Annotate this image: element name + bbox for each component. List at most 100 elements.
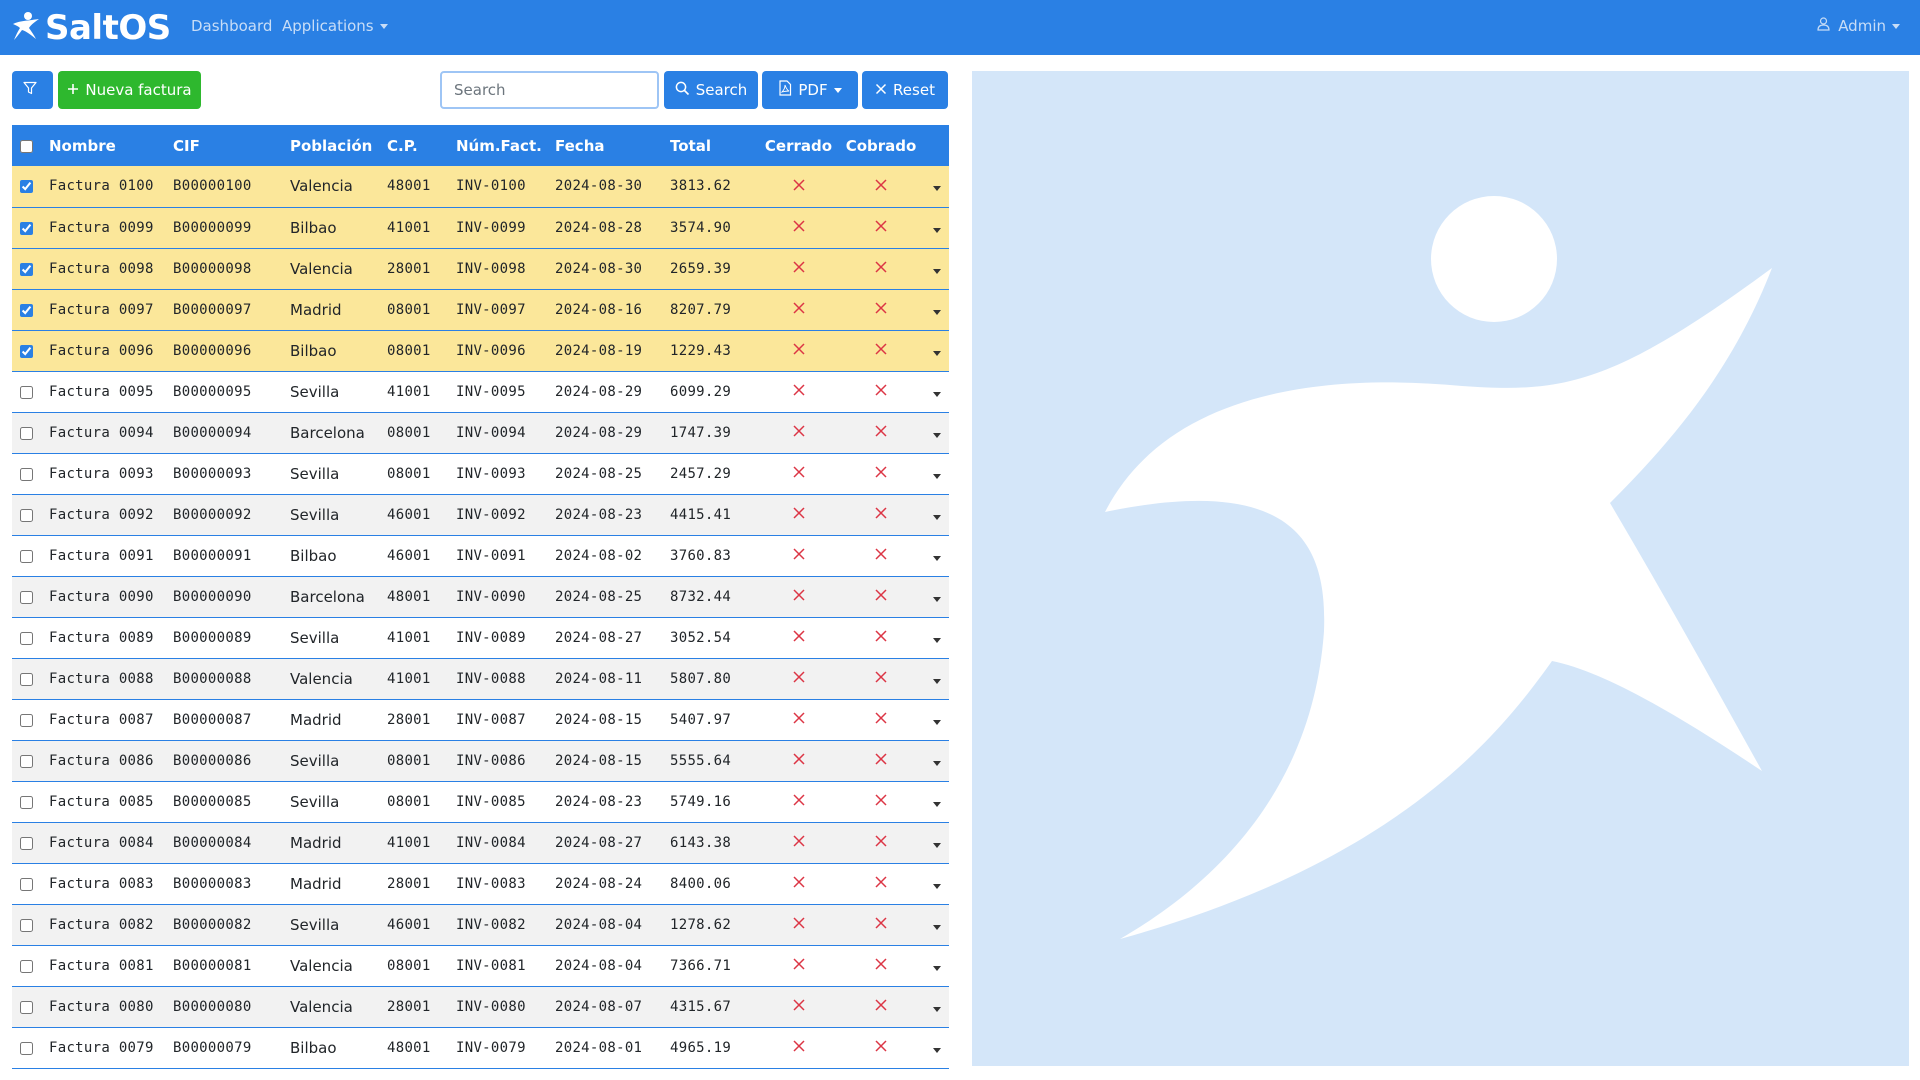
brand-logo[interactable]: SaltOS [11, 5, 171, 50]
row-checkbox[interactable] [20, 672, 33, 686]
row-checkbox[interactable] [20, 180, 33, 194]
search-input[interactable] [440, 71, 659, 109]
select-all-checkbox[interactable] [20, 139, 33, 153]
row-checkbox[interactable] [20, 303, 33, 317]
caret-down-icon[interactable] [932, 883, 941, 889]
reset-button[interactable]: Reset [862, 71, 948, 109]
row-actions[interactable] [924, 371, 949, 412]
column-header-total[interactable]: Total [670, 125, 759, 166]
column-header-cp[interactable]: C.P. [387, 125, 456, 166]
column-header-poblacion[interactable]: Población [290, 125, 387, 166]
row-checkbox[interactable] [20, 508, 33, 522]
table-row[interactable]: Factura 0082 B00000082 Sevilla 46001 INV-008… [12, 904, 949, 945]
column-header-nombre[interactable]: Nombre [49, 125, 173, 166]
row-actions[interactable] [924, 453, 949, 494]
table-row[interactable]: Factura 0080 B00000080 Valencia 28001 INV-00… [12, 986, 949, 1027]
caret-down-icon[interactable] [932, 268, 941, 274]
table-row[interactable]: Factura 0096 B00000096 Bilbao 08001 INV-0096… [12, 330, 949, 371]
row-actions[interactable] [924, 330, 949, 371]
caret-down-icon[interactable] [932, 350, 941, 356]
filter-button[interactable] [12, 71, 53, 109]
row-checkbox[interactable] [20, 877, 33, 891]
row-actions[interactable] [924, 904, 949, 945]
caret-down-icon[interactable] [932, 391, 941, 397]
row-checkbox[interactable] [20, 344, 33, 358]
caret-down-icon[interactable] [932, 1006, 941, 1012]
column-header-cif[interactable]: CIF [173, 125, 290, 166]
row-actions[interactable] [924, 576, 949, 617]
caret-down-icon[interactable] [932, 801, 941, 807]
row-checkbox[interactable] [20, 426, 33, 440]
table-row[interactable]: Factura 0086 B00000086 Sevilla 08001 INV-008… [12, 740, 949, 781]
row-checkbox[interactable] [20, 836, 33, 850]
pdf-dropdown-button[interactable]: PDF [762, 71, 858, 109]
table-row[interactable]: Factura 0090 B00000090 Barcelona 48001 INV-0… [12, 576, 949, 617]
table-row[interactable]: Factura 0084 B00000084 Madrid 41001 INV-0084… [12, 822, 949, 863]
row-checkbox[interactable] [20, 754, 33, 768]
table-row[interactable]: Factura 0081 B00000081 Valencia 08001 INV-00… [12, 945, 949, 986]
row-checkbox[interactable] [20, 713, 33, 727]
caret-down-icon[interactable] [932, 227, 941, 233]
row-actions[interactable] [924, 699, 949, 740]
caret-down-icon[interactable] [932, 842, 941, 848]
table-row[interactable]: Factura 0083 B00000083 Madrid 28001 INV-0083… [12, 863, 949, 904]
caret-down-icon[interactable] [932, 637, 941, 643]
row-actions[interactable] [924, 494, 949, 535]
table-row[interactable]: Factura 0094 B00000094 Barcelona 08001 INV-0… [12, 412, 949, 453]
search-button[interactable]: Search [664, 71, 758, 109]
row-checkbox[interactable] [20, 590, 33, 604]
table-row[interactable]: Factura 0088 B00000088 Valencia 41001 INV-00… [12, 658, 949, 699]
table-row[interactable]: Factura 0095 B00000095 Sevilla 41001 INV-009… [12, 371, 949, 412]
table-row[interactable]: Factura 0100 B00000100 Valencia 48001 INV-01… [12, 166, 949, 207]
caret-down-icon[interactable] [932, 678, 941, 684]
row-actions[interactable] [924, 986, 949, 1027]
row-actions[interactable] [924, 166, 949, 207]
table-row[interactable]: Factura 0089 B00000089 Sevilla 41001 INV-008… [12, 617, 949, 658]
caret-down-icon[interactable] [932, 1047, 941, 1053]
caret-down-icon[interactable] [932, 760, 941, 766]
row-actions[interactable] [924, 248, 949, 289]
table-row[interactable]: Factura 0091 B00000091 Bilbao 46001 INV-0091… [12, 535, 949, 576]
row-actions[interactable] [924, 945, 949, 986]
table-row[interactable]: Factura 0099 B00000099 Bilbao 41001 INV-0099… [12, 207, 949, 248]
caret-down-icon[interactable] [932, 596, 941, 602]
column-header-cobrado[interactable]: Cobrado [838, 125, 924, 166]
table-row[interactable]: Factura 0085 B00000085 Sevilla 08001 INV-008… [12, 781, 949, 822]
table-row[interactable]: Factura 0079 B00000079 Bilbao 48001 INV-0079… [12, 1027, 949, 1068]
row-checkbox[interactable] [20, 467, 33, 481]
table-row[interactable]: Factura 0087 B00000087 Madrid 28001 INV-0087… [12, 699, 949, 740]
row-checkbox[interactable] [20, 221, 33, 235]
row-checkbox[interactable] [20, 385, 33, 399]
user-menu[interactable]: Admin [1817, 17, 1900, 35]
caret-down-icon[interactable] [932, 924, 941, 930]
row-checkbox[interactable] [20, 262, 33, 276]
row-actions[interactable] [924, 822, 949, 863]
new-invoice-button[interactable]: Nueva factura [58, 71, 201, 109]
column-header-num-fact[interactable]: Núm.Fact. [456, 125, 555, 166]
row-actions[interactable] [924, 535, 949, 576]
caret-down-icon[interactable] [932, 473, 941, 479]
column-header-fecha[interactable]: Fecha [555, 125, 670, 166]
row-actions[interactable] [924, 740, 949, 781]
caret-down-icon[interactable] [932, 186, 941, 192]
table-row[interactable]: Factura 0093 B00000093 Sevilla 08001 INV-009… [12, 453, 949, 494]
row-actions[interactable] [924, 863, 949, 904]
caret-down-icon[interactable] [932, 514, 941, 520]
row-actions[interactable] [924, 207, 949, 248]
table-row[interactable]: Factura 0097 B00000097 Madrid 08001 INV-0097… [12, 289, 949, 330]
row-checkbox[interactable] [20, 959, 33, 973]
caret-down-icon[interactable] [932, 309, 941, 315]
row-checkbox[interactable] [20, 1000, 33, 1014]
row-checkbox[interactable] [20, 1041, 33, 1055]
caret-down-icon[interactable] [932, 719, 941, 725]
row-checkbox[interactable] [20, 549, 33, 563]
table-row[interactable]: Factura 0092 B00000092 Sevilla 46001 INV-009… [12, 494, 949, 535]
row-checkbox[interactable] [20, 795, 33, 809]
row-actions[interactable] [924, 658, 949, 699]
caret-down-icon[interactable] [932, 432, 941, 438]
row-checkbox[interactable] [20, 918, 33, 932]
table-row[interactable]: Factura 0098 B00000098 Valencia 28001 INV-00… [12, 248, 949, 289]
nav-dashboard-link[interactable]: Dashboard [191, 17, 272, 35]
row-actions[interactable] [924, 781, 949, 822]
row-actions[interactable] [924, 412, 949, 453]
